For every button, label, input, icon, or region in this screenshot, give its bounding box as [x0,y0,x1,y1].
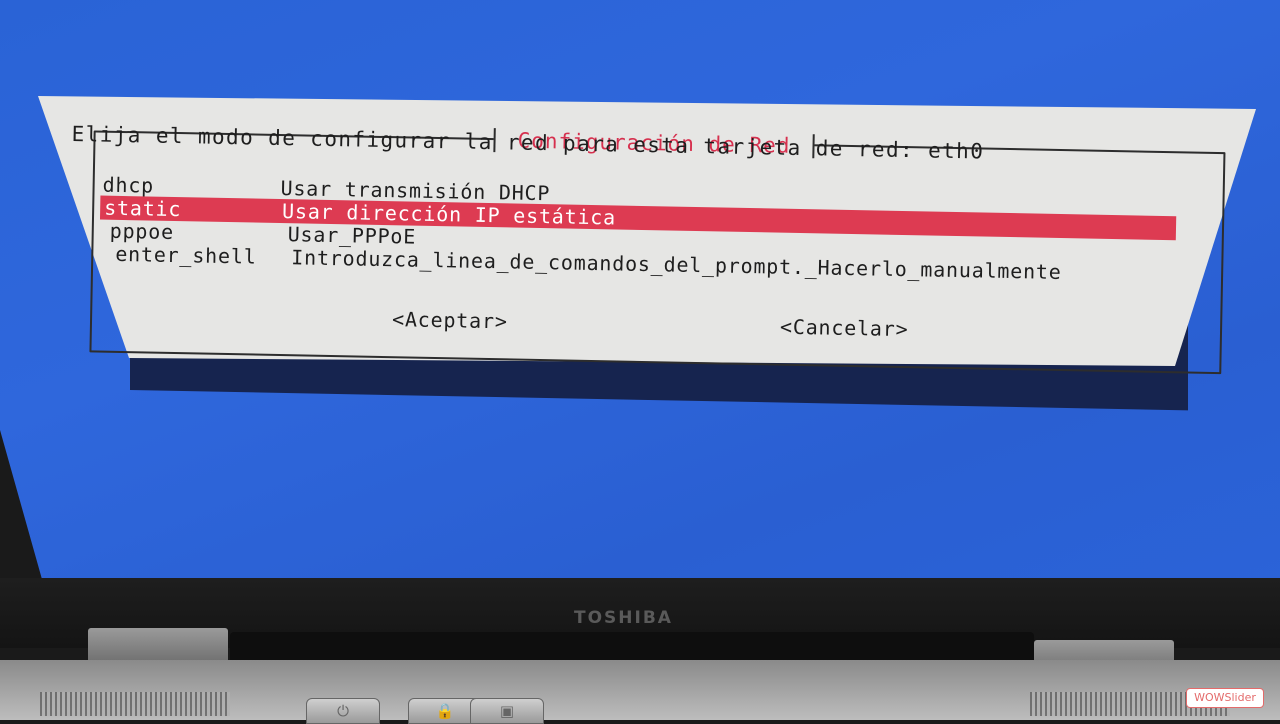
dialog-content: Configuración de Red Elija el modo de co… [67,114,1250,385]
hinge-left [88,628,228,664]
cancel-button[interactable]: <Cancelar> [780,315,909,341]
option-key: enter_shell [115,241,257,269]
accept-button[interactable]: <Aceptar> [392,307,508,333]
speaker-grill-left [40,692,230,716]
power-icon[interactable]: ⏻ [306,698,380,724]
media-icon[interactable]: ▣ [470,698,544,724]
watermark: WOWSlider [1186,688,1264,708]
laptop-brand-logo: TOSHIBA [574,608,673,628]
